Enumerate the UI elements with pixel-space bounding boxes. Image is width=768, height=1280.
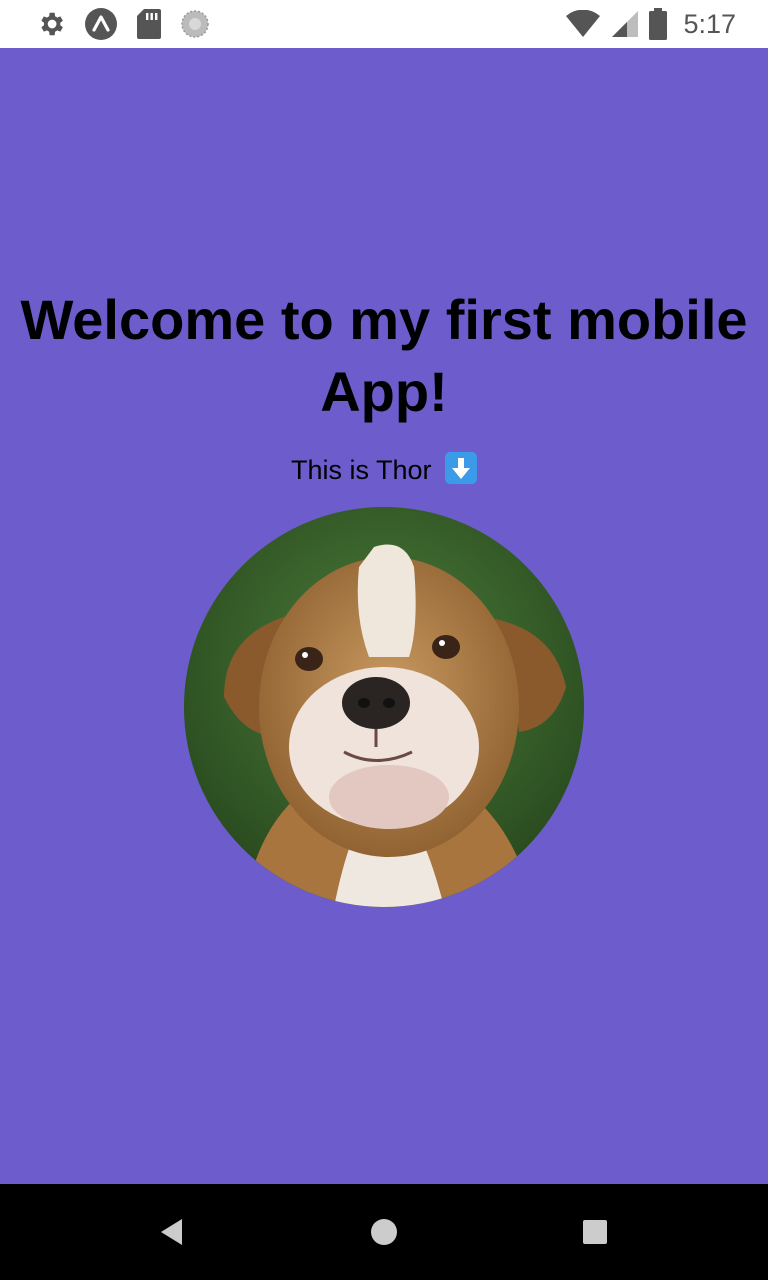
sync-icon: [180, 9, 210, 39]
welcome-title: Welcome to my first mobile App!: [20, 288, 748, 423]
recents-icon: [583, 1220, 607, 1244]
status-icons-right: 5:17: [555, 8, 736, 40]
app-screen: 5:17 Welcome to my first mobile App! Thi…: [0, 0, 768, 1280]
expo-icon: [84, 7, 118, 41]
back-icon: [161, 1219, 182, 1245]
status-time: 5:17: [683, 8, 736, 39]
gear-icon: [36, 9, 66, 39]
nav-home-button[interactable]: [364, 1214, 404, 1250]
navigation-bar: [0, 1184, 768, 1280]
bulldog-photo: [184, 507, 584, 907]
subtitle-row: This is Thor: [0, 452, 768, 488]
home-icon: [371, 1219, 397, 1245]
nav-back-button[interactable]: [152, 1214, 192, 1250]
cell-signal-icon: [611, 10, 639, 38]
battery-icon: [649, 8, 668, 40]
status-icons-left: [36, 7, 228, 41]
down-arrow-emoji-icon: [445, 452, 478, 484]
status-bar: 5:17: [0, 0, 768, 48]
nav-recents-button[interactable]: [575, 1214, 615, 1250]
main-content: Welcome to my first mobile App! This is …: [0, 48, 768, 1184]
wifi-icon: [565, 10, 601, 38]
subtitle-text: This is Thor: [290, 455, 432, 485]
sd-card-icon: [136, 8, 162, 40]
